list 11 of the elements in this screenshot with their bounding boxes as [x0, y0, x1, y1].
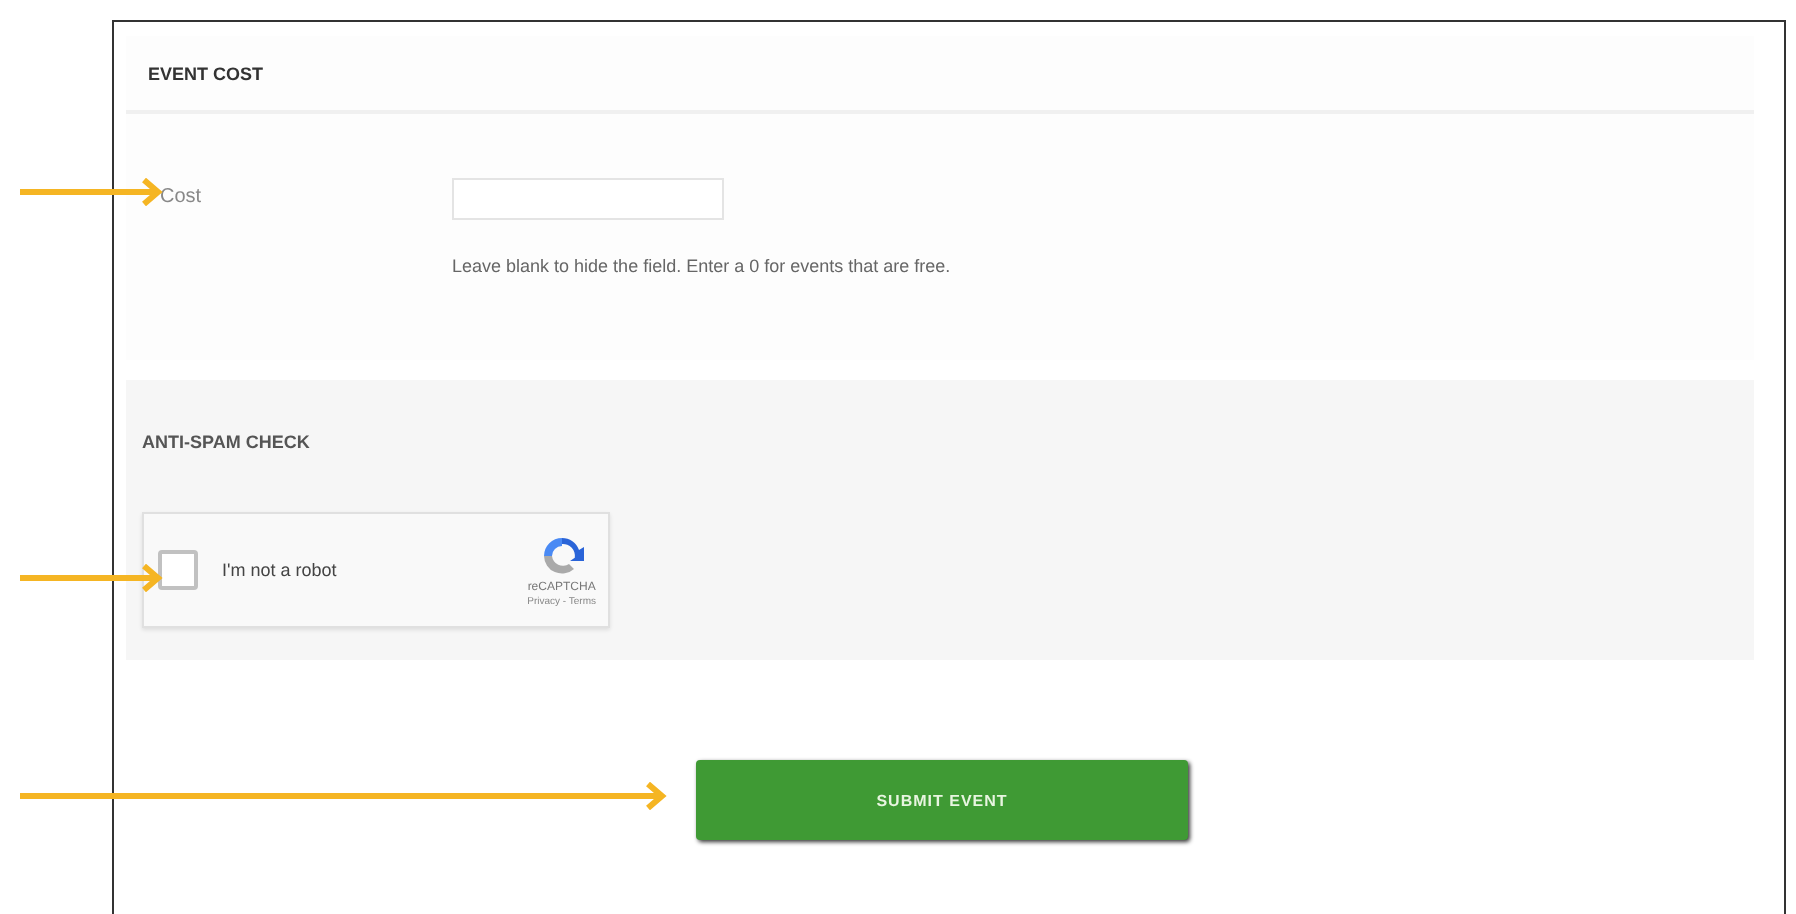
arrow-icon	[20, 564, 164, 592]
arrow-icon	[20, 782, 668, 810]
submit-button[interactable]: SUBMIT EVENT	[696, 760, 1188, 840]
field-label: Cost	[160, 186, 204, 212]
checkbox-label: I'm not a robot	[222, 560, 339, 580]
help-text: Leave blank to hide the field. Enter a 0 for events that are free.	[452, 256, 951, 276]
section-title: EVENT COST	[148, 63, 264, 83]
checkbox[interactable]	[158, 550, 198, 590]
section-title: ANTI-SPAM CHECK	[142, 432, 312, 452]
cost-input-field[interactable]	[452, 178, 724, 220]
arrow-icon	[20, 178, 164, 206]
